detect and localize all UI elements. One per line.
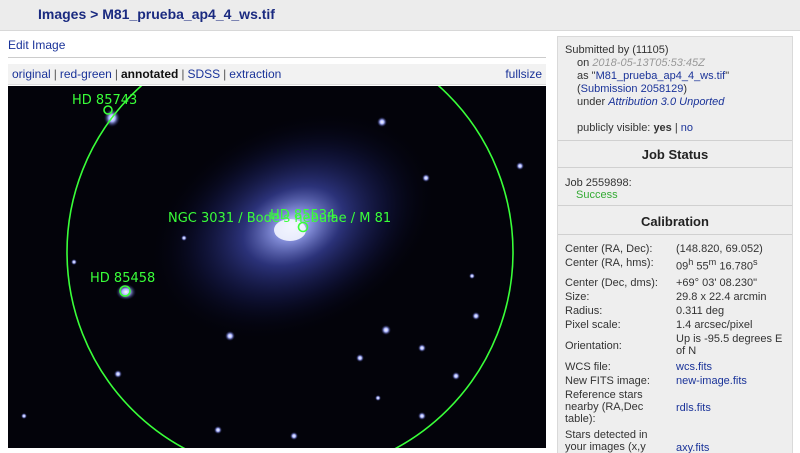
calib-key: Center (RA, hms): [565,257,654,269]
on-label: on [577,57,590,69]
license: under Attribution 3.0 Unported [577,96,724,108]
calib-key: Reference stars nearby (RA,Dec table): [565,389,644,425]
breadcrumb-images-link[interactable]: Images [38,6,86,22]
calib-value: 29.8 x 22.4 arcmin [676,291,767,303]
axy-fits-link[interactable]: axy.fits [676,442,788,453]
submitted-date: 2018-05-13T05:53:45Z [592,57,705,69]
calibration-heading: Calibration [641,214,709,229]
breadcrumb-filename: M81_prueba_ap4_4_ws.tif [102,6,275,22]
section-divider [558,234,792,235]
fullsize-link[interactable]: fullsize [505,64,542,84]
calib-row-orientation: Orientation: Up is -95.5 degrees E of N [565,333,789,359]
tab-separator: | [181,67,185,81]
submitted-by: Submitted by (11105) [565,44,669,56]
as-quote: " [725,70,730,82]
calib-key: Orientation: [565,340,622,352]
under-label: under [577,96,606,108]
top-bar: Images > M81_prueba_ap4_4_ws.tif [0,0,800,31]
submission-link[interactable]: Submission 2058129 [581,83,684,95]
calib-value: Up is -95.5 degrees E of N [676,333,783,357]
calib-key: New FITS image: [565,375,650,387]
section-divider [558,205,792,206]
info-sidebar: Submitted by (11105) on 2018-05-13T05:53… [557,36,793,453]
divider [8,57,546,58]
visible-no-link[interactable]: no [681,122,693,134]
label-hd85743: HD 85743 [72,93,137,108]
tab-red-green[interactable]: red-green [60,67,112,81]
new-image-fits-link[interactable]: new-image.fits [676,375,788,387]
calib-key: Center (RA, Dec): [565,243,653,255]
job-id: Job 2559898: [565,177,632,189]
visible-sep: | [674,122,678,134]
annotated-image-canvas: HD 85743 HD 85534 NGC 3031 / Bode's nebu… [8,86,546,448]
section-divider [558,140,792,141]
wcs-file-link[interactable]: wcs.fits [676,361,788,373]
edit-image-link[interactable]: Edit Image [8,38,65,52]
submission-ref: (Submission 2058129) [577,83,687,95]
calib-key: Size: [565,291,590,303]
submitted-on: on 2018-05-13T05:53:45Z [577,57,705,69]
label-hd85458: HD 85458 [90,271,155,286]
annotated-image[interactable]: HD 85743 HD 85534 NGC 3031 / Bode's nebu… [8,86,546,448]
calib-key: WCS file: [565,361,611,373]
visible-yes: yes [653,122,672,134]
label-ngc3031: NGC 3031 / Bode's nebulae / M 81 [168,211,391,226]
tab-original[interactable]: original [12,67,51,81]
publicly-visible: publicly visible: yes | no [577,122,693,134]
as-label: as " [577,70,596,82]
paren-close: ) [683,83,688,95]
calib-key: Center (Dec, dms): [565,277,658,289]
job-status-value: Success [576,189,618,201]
tab-separator: | [223,67,227,81]
submitted-as: as "M81_prueba_ap4_4_ws.tif" [577,70,729,82]
breadcrumb-separator: > [90,6,99,22]
calib-key: Stars detected in your images (x,y [565,429,648,453]
tab-sdss[interactable]: SDSS [187,67,220,81]
section-divider [558,167,792,168]
calib-value: 1.4 arcsec/pixel [676,319,753,331]
tab-separator: | [114,67,118,81]
calib-value: 09h 55m 16.780s [676,257,758,273]
calib-key: Radius: [565,305,603,317]
calib-value: +69° 03' 08.230" [676,277,758,289]
filename-link[interactable]: M81_prueba_ap4_4_ws.tif [596,70,726,82]
view-tabs: original | red-green | annotated | SDSS | extrac… [8,64,546,85]
visible-label: publicly visible: [577,122,651,134]
tab-annotated[interactable]: annotated [121,67,178,81]
rdls-fits-link[interactable]: rdls.fits [676,402,788,414]
tab-extraction[interactable]: extraction [229,67,281,81]
breadcrumb: Images > M81_prueba_ap4_4_ws.tif [38,6,275,22]
calib-key: Pixel scale: [565,319,621,331]
calib-row-axy: Stars detected in your images (x,y axy.f… [565,429,789,453]
calib-row-rdls: Reference stars nearby (RA,Dec table): r… [565,389,789,429]
license-link[interactable]: Attribution 3.0 Unported [608,96,724,108]
calib-value: 0.311 deg [676,305,725,317]
tab-separator: | [53,67,57,81]
job-status-heading: Job Status [641,147,709,162]
calib-value: (148.820, 69.052) [676,243,763,255]
